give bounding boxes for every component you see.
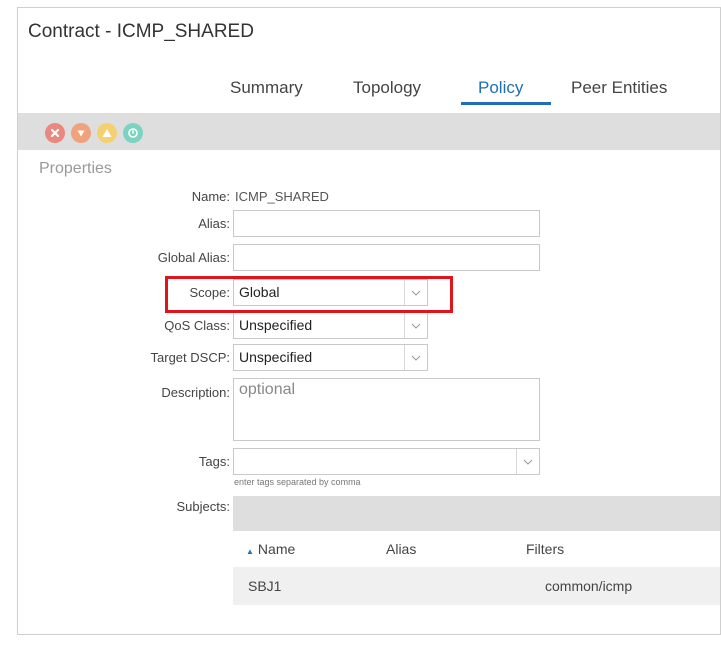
name-value: ICMP_SHARED — [235, 189, 329, 204]
description-placeholder: optional — [239, 381, 296, 398]
description-label: Description: — [161, 385, 230, 400]
global-alias-input[interactable] — [233, 244, 540, 271]
table-row[interactable]: SBJ1 common/icmp — [233, 567, 720, 605]
tab-topology[interactable]: Topology — [353, 78, 421, 98]
sort-ascending-icon: ▲ — [246, 547, 254, 556]
contract-panel: Contract - ICMP_SHARED Summary Topology … — [17, 7, 721, 635]
description-textarea[interactable]: optional — [233, 378, 540, 441]
subjects-table-header: ▲ Name Alias Filters — [233, 531, 720, 567]
tab-bar: Summary Topology Policy Peer Entities — [18, 78, 720, 110]
tab-summary[interactable]: Summary — [230, 78, 303, 98]
minor-fault-icon[interactable] — [97, 123, 117, 143]
target-dscp-label: Target DSCP: — [150, 350, 230, 365]
column-header-name[interactable]: ▲ Name — [246, 541, 295, 557]
subject-name-cell: SBJ1 — [248, 578, 282, 594]
tags-hint: enter tags separated by comma — [234, 477, 361, 487]
chevron-down-icon[interactable] — [404, 345, 427, 370]
tags-input[interactable] — [233, 448, 540, 475]
qos-class-value: Unspecified — [239, 317, 313, 333]
global-alias-label: Global Alias: — [157, 250, 230, 265]
name-label: Name: — [191, 189, 230, 204]
properties-heading: Properties — [39, 160, 112, 177]
subjects-toolbar — [233, 496, 720, 531]
column-header-alias[interactable]: Alias — [386, 541, 416, 557]
alias-label: Alias: — [198, 216, 230, 231]
chevron-down-icon[interactable] — [404, 313, 427, 338]
qos-class-label: QoS Class: — [164, 318, 230, 333]
tab-peer-entities[interactable]: Peer Entities — [571, 78, 667, 98]
alias-input[interactable] — [233, 210, 540, 237]
active-tab-indicator — [461, 102, 551, 105]
chevron-down-icon[interactable] — [516, 449, 539, 474]
window-title: Contract - ICMP_SHARED — [28, 21, 254, 42]
qos-class-select[interactable]: Unspecified — [233, 312, 428, 339]
column-header-filters[interactable]: Filters — [526, 541, 564, 557]
subject-filters-cell: common/icmp — [545, 578, 633, 594]
target-dscp-value: Unspecified — [239, 349, 313, 365]
warning-fault-icon[interactable] — [123, 123, 143, 143]
tab-policy[interactable]: Policy — [478, 78, 523, 98]
scope-highlight-box — [165, 276, 453, 313]
target-dscp-select[interactable]: Unspecified — [233, 344, 428, 371]
major-fault-icon[interactable] — [71, 123, 91, 143]
subjects-label: Subjects: — [176, 499, 230, 514]
tags-label: Tags: — [198, 454, 230, 469]
critical-fault-icon[interactable] — [45, 123, 65, 143]
